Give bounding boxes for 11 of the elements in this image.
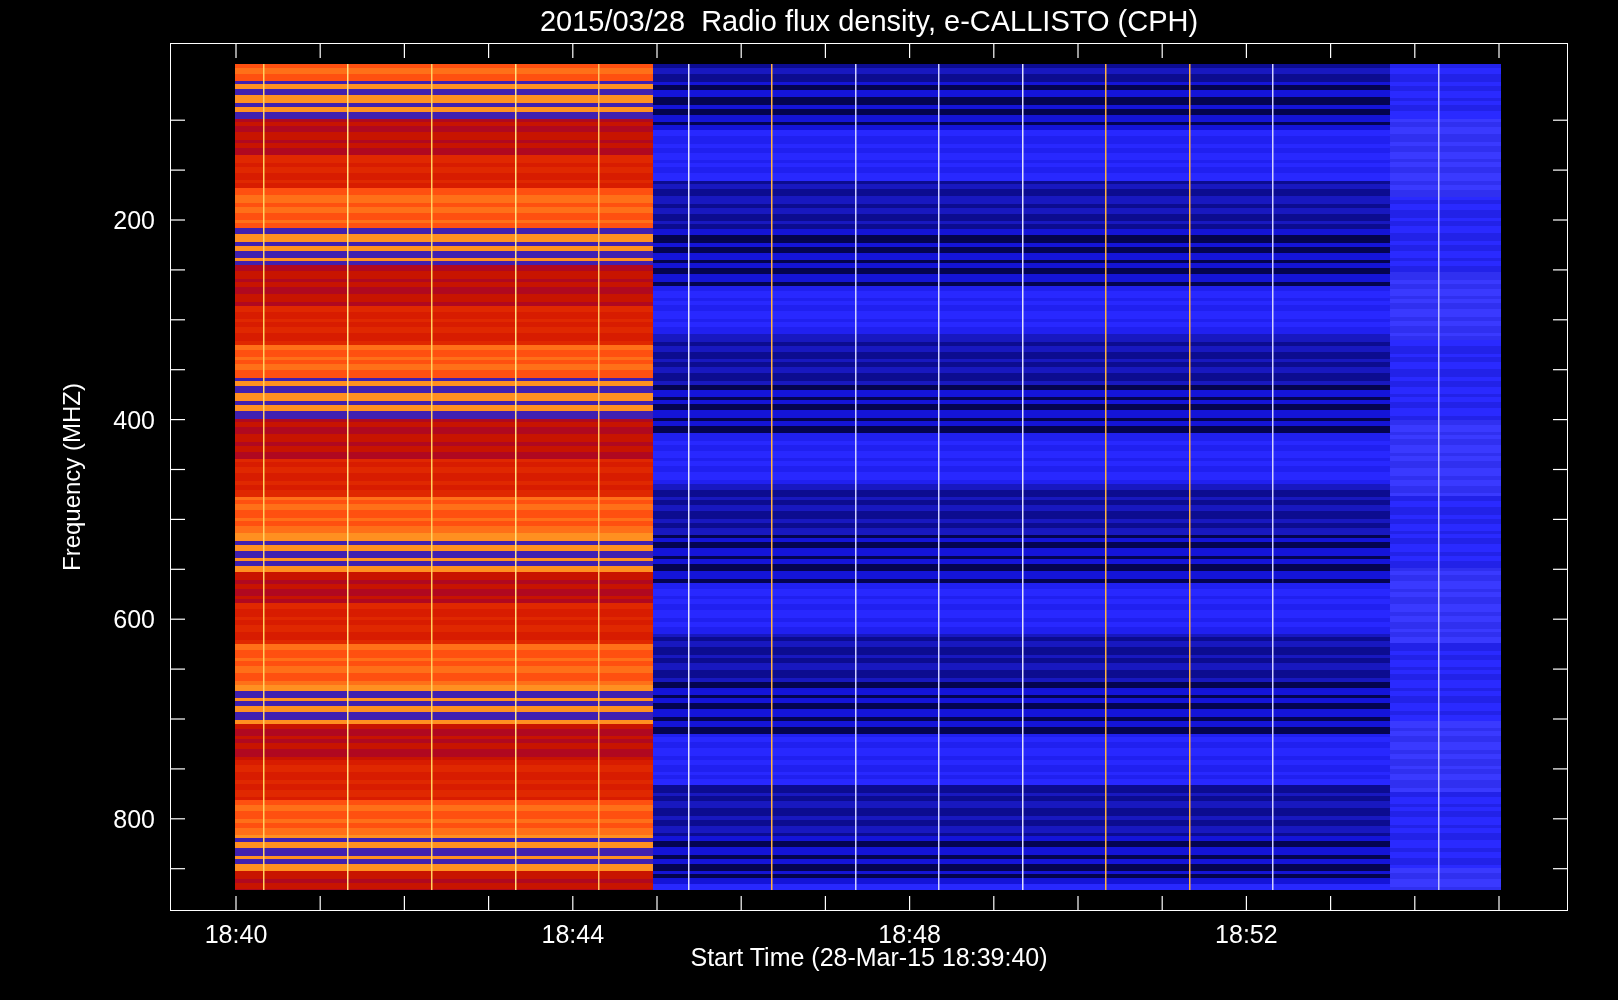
x-tick-label: 18:44 (541, 922, 605, 947)
y-tick-label: 800 (113, 806, 155, 832)
x-axis-label: Start Time (28-Mar-15 18:39:40) (690, 945, 1048, 970)
y-tick-label: 600 (113, 606, 155, 632)
y-tick-label: 400 (113, 407, 155, 433)
chart-title: 2015/03/28 Radio flux density, e-CALLISTO (CPH) (539, 7, 1199, 36)
y-tick-label: 200 (113, 207, 155, 233)
x-tick-label: 18:40 (204, 922, 268, 947)
x-tick-label: 18:52 (1215, 922, 1278, 947)
y-axis-label: Frequency (MHZ) (60, 383, 84, 571)
x-tick-label: 18:48 (878, 922, 941, 947)
